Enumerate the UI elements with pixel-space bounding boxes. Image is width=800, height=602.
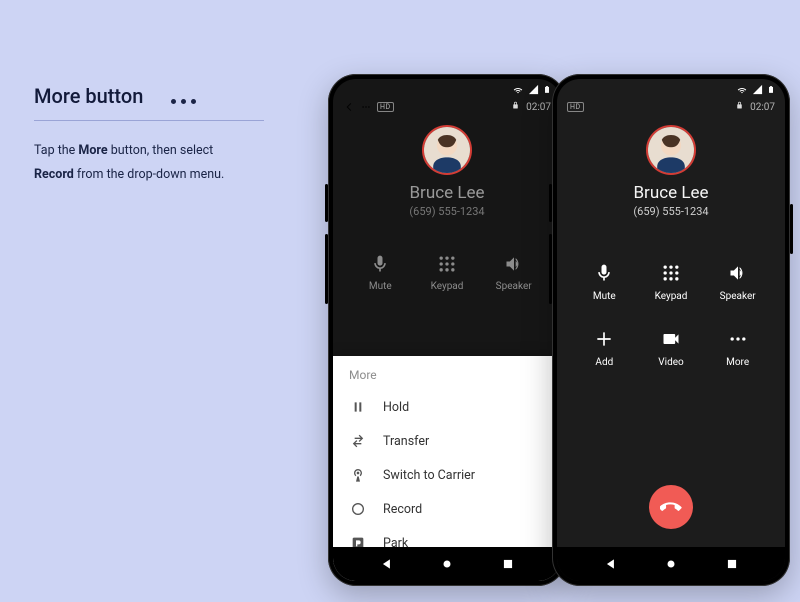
call-duration: 02:07	[526, 102, 551, 113]
keypad-icon	[660, 262, 682, 284]
signal-icon	[752, 84, 763, 95]
plus-icon	[593, 328, 615, 350]
dropdown-item-transfer[interactable]: Transfer	[333, 424, 561, 458]
speaker-icon	[727, 262, 749, 284]
phone-right: HD 02:07 Bruce Lee (659) 555-1234 Mute	[552, 74, 790, 586]
battery-icon	[767, 84, 775, 95]
call-top-bar: HD 02:07	[333, 99, 561, 117]
instruction-panel: More button Tap the More button, then se…	[34, 84, 274, 187]
video-icon	[660, 328, 682, 350]
record-icon	[349, 500, 367, 518]
nav-recents-button[interactable]	[725, 557, 739, 571]
nav-back-button[interactable]	[604, 557, 618, 571]
hangup-icon	[660, 496, 682, 518]
more-icon	[727, 328, 749, 350]
call-actions-dim: Mute Keypad Speaker	[333, 254, 561, 292]
caller-block: Bruce Lee (659) 555-1234	[333, 125, 561, 218]
keypad-button: Keypad	[414, 254, 481, 292]
android-nav-bar	[557, 547, 785, 581]
android-status-bar	[557, 79, 785, 99]
instruction-body: Tap the More button, then select Record …	[34, 139, 274, 187]
dropdown-item-record[interactable]: Record	[333, 492, 561, 526]
divider	[34, 120, 264, 121]
hd-badge: HD	[567, 102, 584, 112]
wifi-icon	[736, 83, 748, 95]
wifi-icon	[512, 83, 524, 95]
android-status-bar	[333, 79, 561, 99]
caller-number: (659) 555-1234	[633, 205, 708, 218]
speaker-button[interactable]: Speaker	[704, 262, 771, 302]
nav-home-button[interactable]	[440, 557, 454, 571]
nav-back-button[interactable]	[380, 557, 394, 571]
caller-number: (659) 555-1234	[409, 205, 484, 218]
mic-icon	[370, 254, 390, 274]
signal-icon	[528, 84, 539, 95]
phone-left: HD 02:07 Bruce Lee (659) 555-1234 Mute	[328, 74, 566, 586]
mute-button[interactable]: Mute	[571, 262, 638, 302]
nav-recents-button[interactable]	[501, 557, 515, 571]
dropdown-item-hold[interactable]: Hold	[333, 390, 561, 424]
transfer-icon	[349, 432, 367, 450]
more-button[interactable]: More	[704, 328, 771, 368]
dropdown-title: More	[333, 366, 561, 390]
speaker-icon	[504, 254, 524, 274]
add-button[interactable]: Add	[571, 328, 638, 368]
caller-name: Bruce Lee	[633, 183, 708, 203]
lock-icon	[511, 101, 520, 113]
end-call-button[interactable]	[649, 485, 693, 529]
instruction-title: More button	[34, 84, 143, 108]
lock-icon	[735, 101, 744, 113]
call-top-bar: HD 02:07	[557, 99, 785, 117]
dropdown-item-switch-to-carrier[interactable]: Switch to Carrier	[333, 458, 561, 492]
caller-block: Bruce Lee (659) 555-1234	[557, 125, 785, 218]
more-icon	[171, 89, 201, 108]
android-nav-bar	[333, 547, 561, 581]
video-button[interactable]: Video	[638, 328, 705, 368]
hd-badge: HD	[377, 102, 394, 112]
mic-icon	[593, 262, 615, 284]
avatar	[422, 125, 472, 175]
pause-icon	[349, 398, 367, 416]
back-arrow-icon[interactable]	[343, 101, 355, 113]
call-actions: Mute Keypad Speaker Add Video	[557, 262, 785, 368]
keypad-icon	[437, 254, 457, 274]
avatar	[646, 125, 696, 175]
speaker-button: Speaker	[480, 254, 547, 292]
antenna-icon	[349, 466, 367, 484]
mute-button: Mute	[347, 254, 414, 292]
keypad-button[interactable]: Keypad	[638, 262, 705, 302]
call-duration: 02:07	[750, 102, 775, 113]
caller-name: Bruce Lee	[409, 183, 484, 203]
more-icon	[361, 102, 371, 112]
battery-icon	[543, 84, 551, 95]
nav-home-button[interactable]	[664, 557, 678, 571]
